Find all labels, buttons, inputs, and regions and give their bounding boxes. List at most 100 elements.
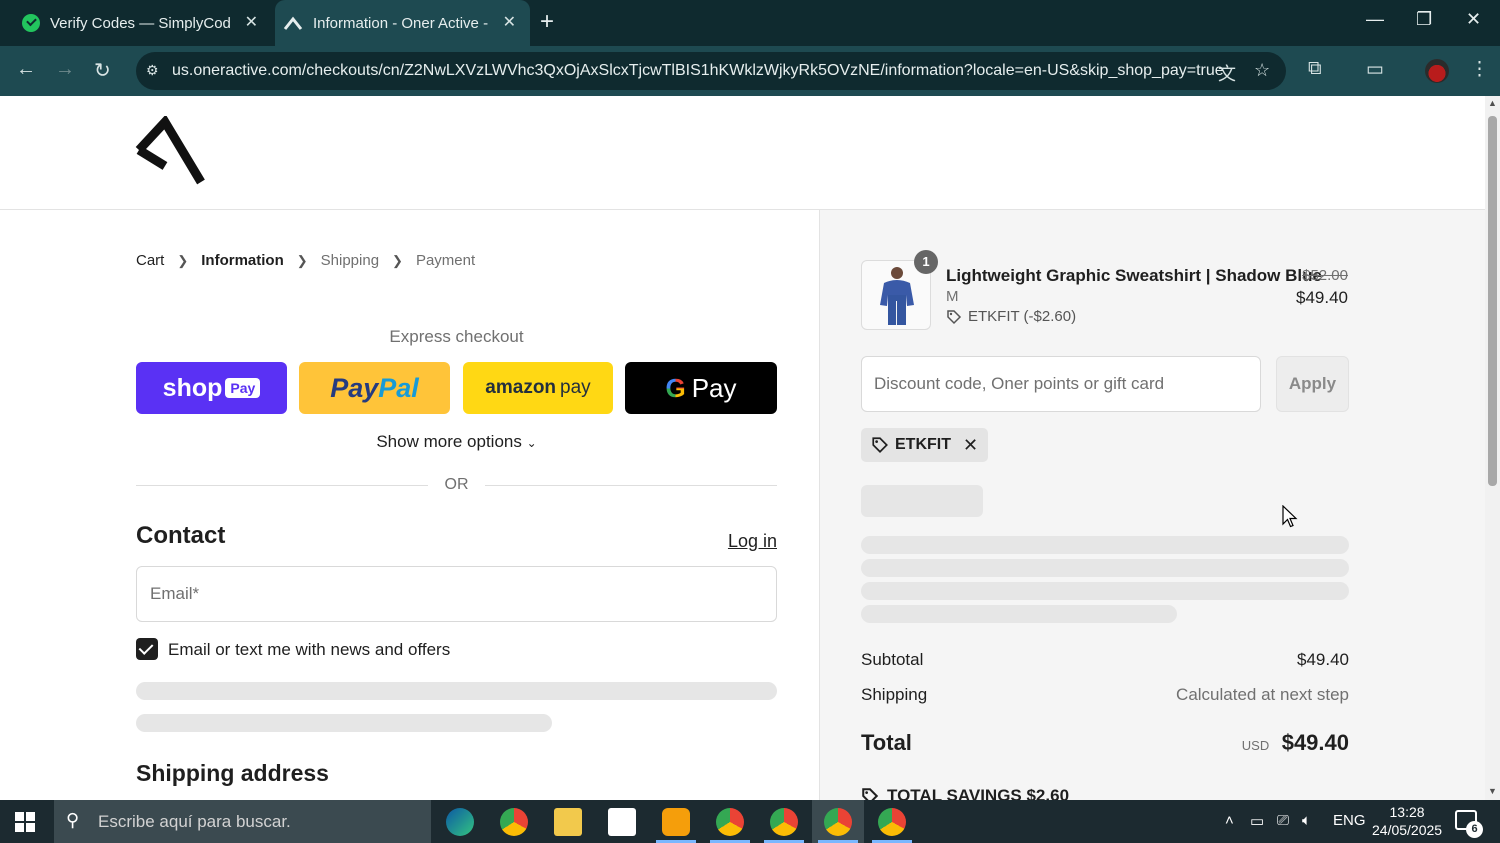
divider-line bbox=[136, 485, 428, 486]
tag-icon bbox=[947, 309, 962, 324]
google-pay-text: Pay bbox=[691, 372, 737, 403]
apply-button[interactable]: Apply bbox=[1276, 356, 1349, 412]
oner-logo-icon[interactable] bbox=[135, 116, 205, 186]
reload-icon[interactable]: ↻ bbox=[94, 58, 111, 83]
shop-pay-badge: Pay bbox=[225, 378, 261, 398]
loading-placeholder bbox=[861, 536, 1349, 554]
shop-pay-button[interactable]: shop Pay bbox=[136, 362, 287, 414]
clock-date: 24/05/2025 bbox=[1372, 822, 1443, 838]
profile-avatar-icon[interactable] bbox=[1425, 59, 1449, 83]
chevron-down-icon: ⌄ bbox=[526, 436, 537, 450]
tag-icon bbox=[862, 788, 879, 800]
chevron-right-icon: ❯ bbox=[177, 252, 189, 268]
extensions-icon[interactable]: ⧉ bbox=[1308, 58, 1322, 80]
currency-code: USD bbox=[1241, 738, 1270, 753]
clock-time: 13:28 bbox=[1389, 804, 1425, 820]
tab-title: Verify Codes — SimplyCodes bbox=[50, 14, 230, 32]
total-row: Total USD $49.40 bbox=[861, 730, 1349, 756]
or-text: OR bbox=[444, 476, 469, 493]
chevron-right-icon: ❯ bbox=[296, 252, 308, 268]
checkout-main: Cart ❯ Information ❯ Shipping ❯ Payment … bbox=[0, 210, 819, 800]
chrome-icon[interactable] bbox=[500, 808, 528, 836]
paypal-text-2: Pal bbox=[378, 372, 419, 403]
tab-search-icon[interactable]: ▭ bbox=[1366, 58, 1384, 81]
total-savings: TOTAL SAVINGS $2.60 bbox=[861, 786, 1069, 800]
breadcrumb-cart[interactable]: Cart bbox=[136, 252, 164, 269]
price-final: $49.40 bbox=[1296, 288, 1348, 307]
chevron-up-icon[interactable]: ˄ bbox=[1225, 812, 1234, 829]
windows-start-icon[interactable] bbox=[15, 812, 35, 832]
taskbar-search-placeholder: Escribe aquí para buscar. bbox=[98, 811, 291, 831]
product-discount-text: ETKFIT (-$2.60) bbox=[968, 308, 1077, 325]
chrome-profile-icon[interactable] bbox=[878, 808, 906, 836]
tab-information[interactable]: Information - Oner Active - US ✕ bbox=[275, 0, 530, 46]
forward-icon[interactable]: → bbox=[55, 58, 75, 81]
network-icon[interactable]: ⎚ bbox=[1277, 812, 1289, 829]
amazon-pay-button[interactable]: amazon pay bbox=[463, 362, 613, 414]
total-label: Total bbox=[861, 730, 912, 755]
translate-icon[interactable]: 文 bbox=[1218, 60, 1236, 86]
subtotal-row: Subtotal $49.40 bbox=[861, 650, 1349, 670]
chevron-right-icon: ❯ bbox=[392, 252, 403, 268]
chrome-profile-icon[interactable] bbox=[770, 808, 798, 836]
scroll-up-icon[interactable]: ▲ bbox=[1488, 98, 1497, 108]
edge-icon[interactable] bbox=[446, 808, 474, 836]
subtotal-value: $49.40 bbox=[1297, 650, 1349, 669]
url-text[interactable]: us.oneractive.com/checkouts/cn/Z2NwLXVzL… bbox=[172, 62, 1224, 80]
discount-code-field[interactable] bbox=[861, 356, 1261, 412]
battery-icon[interactable]: ▭ bbox=[1250, 812, 1264, 830]
breadcrumb-shipping: Shipping bbox=[320, 252, 380, 269]
file-explorer-icon[interactable] bbox=[554, 808, 582, 836]
browser-toolbar: ← → ↻ ⚙ us.oneractive.com/checkouts/cn/Z… bbox=[0, 46, 1500, 96]
chrome-profile-icon[interactable] bbox=[716, 808, 744, 836]
divider-line bbox=[485, 485, 777, 486]
new-tab-button[interactable]: + bbox=[540, 8, 554, 36]
express-checkout-label: Express checkout bbox=[389, 327, 524, 346]
close-tab-icon[interactable]: ✕ bbox=[503, 12, 516, 32]
shop-pay-text: shop bbox=[162, 373, 223, 402]
microsoft-store-icon[interactable] bbox=[608, 808, 636, 836]
login-link[interactable]: Log in bbox=[728, 531, 777, 552]
notification-count: 6 bbox=[1466, 821, 1483, 838]
menu-kebab-icon[interactable]: ⋮ bbox=[1470, 58, 1489, 81]
product-name: Lightweight Graphic Sweatshirt | Shadow … bbox=[946, 266, 1322, 285]
show-more-options-button[interactable]: Show more options ⌄ bbox=[136, 432, 777, 452]
bookmark-star-icon[interactable]: ☆ bbox=[1254, 60, 1270, 81]
shipping-address-heading: Shipping address bbox=[136, 760, 329, 786]
or-divider: OR bbox=[136, 476, 777, 496]
close-window-icon[interactable]: ✕ bbox=[1466, 9, 1481, 30]
product-discount: ETKFIT (-$2.60) bbox=[946, 308, 1076, 325]
show-more-options-label: Show more options bbox=[376, 432, 522, 451]
restore-icon[interactable]: ❐ bbox=[1416, 9, 1432, 30]
minimize-icon[interactable]: — bbox=[1366, 9, 1384, 30]
app-icon[interactable] bbox=[662, 808, 690, 836]
breadcrumb-payment: Payment bbox=[415, 252, 476, 269]
news-offers-label[interactable]: Email or text me with news and offers bbox=[168, 640, 450, 660]
shipping-value: Calculated at next step bbox=[1176, 685, 1349, 704]
scroll-down-icon[interactable]: ▼ bbox=[1488, 786, 1497, 796]
email-field[interactable] bbox=[136, 566, 777, 622]
paypal-button[interactable]: Pay Pal bbox=[299, 362, 450, 414]
product-variant: M bbox=[946, 288, 959, 305]
back-icon[interactable]: ← bbox=[16, 58, 36, 81]
mouse-cursor-icon bbox=[1282, 505, 1298, 528]
address-bar[interactable]: ⚙ us.oneractive.com/checkouts/cn/Z2NwLXV… bbox=[136, 52, 1286, 90]
page-scrollbar[interactable]: ▲ ▼ bbox=[1485, 96, 1500, 800]
loading-placeholder bbox=[861, 582, 1349, 600]
chrome-profile-icon[interactable] bbox=[824, 808, 852, 836]
site-info-icon[interactable]: ⚙ bbox=[146, 62, 159, 79]
news-offers-checkbox[interactable] bbox=[136, 638, 158, 660]
order-summary: 1 Lightweight Graphic Sweatshirt | Shado… bbox=[819, 210, 1485, 800]
tab-verify-codes[interactable]: Verify Codes — SimplyCodes ✕ bbox=[0, 0, 272, 46]
tag-icon bbox=[872, 437, 888, 453]
language-indicator[interactable]: ENG bbox=[1333, 812, 1366, 829]
taskbar-search[interactable]: ⚲ Escribe aquí para buscar. bbox=[54, 800, 431, 843]
remove-discount-icon[interactable]: ✕ bbox=[963, 435, 978, 456]
volume-icon[interactable]: 🔈︎ bbox=[1302, 812, 1311, 829]
windows-taskbar: ⚲ Escribe aquí para buscar. ˄ ▭ ⎚ 🔈︎ ENG… bbox=[0, 800, 1500, 843]
paypal-text-1: Pay bbox=[330, 372, 379, 403]
taskbar-clock[interactable]: 13:28 24/05/2025 bbox=[1372, 803, 1442, 839]
google-pay-button[interactable]: G Pay bbox=[625, 362, 777, 414]
close-tab-icon[interactable]: ✕ bbox=[245, 12, 258, 32]
scroll-thumb[interactable] bbox=[1488, 116, 1497, 486]
